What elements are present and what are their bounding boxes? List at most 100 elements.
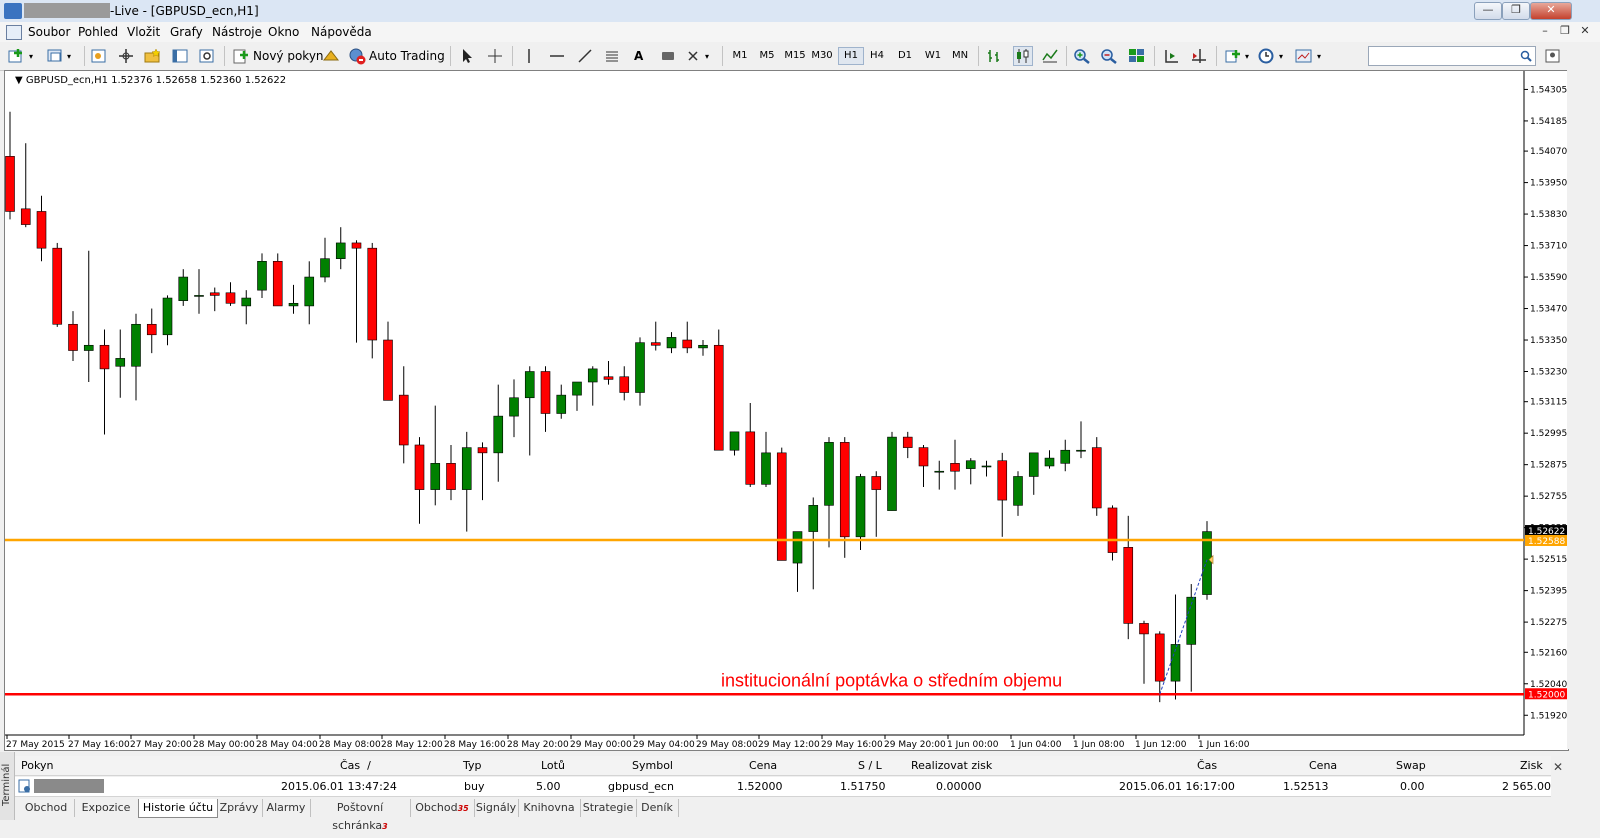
terminal-tab-9[interactable]: Strategie [580,799,637,817]
menu-napoveda[interactable]: Nápověda [311,25,372,39]
terminal-tab-3[interactable]: Zprávy [216,799,263,817]
terminal-tab-8[interactable]: Knihovna [518,799,581,817]
zoom-in-button[interactable] [1073,46,1091,66]
price-tick-label: 1.53115 [1530,398,1567,408]
col-time[interactable]: Čas / [340,759,371,772]
text-label-button[interactable] [660,46,676,66]
col-price[interactable]: Cena [749,759,777,772]
auto-trading-button[interactable]: Auto Trading [348,46,445,66]
close-button[interactable]: ✕ [1530,2,1572,20]
vertical-line-button[interactable] [522,46,536,66]
time-tick-label: 28 May 00:00 [193,740,255,750]
profiles-button[interactable]: ▾ [46,46,71,66]
tile-windows-button[interactable] [1128,46,1146,66]
maximize-button[interactable]: ❐ [1502,2,1530,20]
timeframe-mn[interactable]: MN [948,47,972,65]
line-chart-button[interactable] [1041,46,1059,66]
autoscroll-button[interactable] [1190,46,1208,66]
order-doc-icon [18,779,30,793]
text-tool-button[interactable]: A [634,46,643,66]
terminal-tab-5[interactable]: Poštovní schránka3 [310,799,411,832]
terminal-tab-6[interactable]: Obchod35 [410,799,475,817]
menu-pohled[interactable]: Pohled [78,25,118,39]
terminal-tab-7[interactable]: Signály [474,799,519,817]
candlestick-chart-button[interactable] [1013,46,1033,66]
col-order[interactable]: Pokyn [21,759,53,772]
terminal-tab-10[interactable]: Deník [636,799,679,817]
new-order-button[interactable]: Nový pokyn [232,46,324,66]
menu-okno[interactable]: Okno [268,25,299,39]
community-button[interactable] [1545,46,1561,66]
cell-swap: 0.00 [1400,780,1425,793]
timeframe-m30[interactable]: M30 [810,47,834,65]
timeframe-h1[interactable]: H1 [838,47,864,65]
col-close-price[interactable]: Cena [1309,759,1337,772]
search-input[interactable] [1368,46,1536,66]
price-tick-label: 1.53470 [1530,305,1567,315]
chart-canvas[interactable]: 1.54305 1.54185 1.54070 1.53950 1.53830 1.537… [5,71,1568,750]
timeframe-m15[interactable]: M15 [783,47,807,65]
col-symbol[interactable]: Symbol [632,759,673,772]
equidistant-channel-button[interactable] [604,46,622,66]
table-row[interactable]: 2015.06.01 13:47:24 buy 5.00 gbpusd_ecn … [15,777,1551,797]
terminal-tab-2[interactable]: Historie účtu [138,799,218,818]
terminal-close-icon[interactable]: ✕ [1553,760,1563,774]
zoom-out-button[interactable] [1100,46,1118,66]
candle-body [635,342,645,393]
horizontal-line-button[interactable] [549,46,565,66]
menu-vlozit[interactable]: Vložit [127,25,160,39]
templates-button[interactable]: ▾ [1294,46,1321,66]
collapse-arrow-icon[interactable]: ▼ [15,75,23,86]
price-chart[interactable]: 1.54305 1.54185 1.54070 1.53950 1.53830 1.537… [4,70,1569,751]
col-close-time[interactable]: Čas [1197,759,1217,772]
minimize-button[interactable]: — [1474,2,1502,20]
terminal-side-handle[interactable]: Terminál [0,752,15,820]
terminal-tab-1[interactable]: Expozice [74,799,139,817]
strategy-tester-button[interactable] [198,46,216,66]
terminal-window-button[interactable] [171,46,189,66]
expert-advisors-button[interactable] [322,46,340,66]
candle-body [839,442,850,538]
col-lots[interactable]: Lotů [541,759,565,772]
market-watch-button[interactable] [90,46,108,66]
periods-button[interactable]: ▾ [1258,46,1283,66]
candle-body [918,447,929,467]
menu-nastroje[interactable]: Nástroje [212,25,262,39]
col-swap[interactable]: Swap [1396,759,1426,772]
mdi-minimize-button[interactable]: – [1538,24,1552,38]
candle-body [446,463,456,490]
col-profit[interactable]: Zisk [1520,759,1543,772]
col-take-profit[interactable]: Realizovat zisk [911,759,992,772]
timeframe-w1[interactable]: W1 [921,47,945,65]
cursor-tool-button[interactable] [458,46,476,66]
terminal-tab-label: Historie účtu [142,801,214,814]
col-type[interactable]: Typ [463,759,482,772]
navigator-button[interactable] [144,46,162,66]
timeframe-m1[interactable]: M1 [728,47,752,65]
menu-soubor[interactable]: Soubor [28,25,70,39]
profiles-icon [47,49,62,62]
indicators-button[interactable]: ▾ [1224,46,1249,66]
new-order-label: Nový pokyn [253,49,324,63]
timeframe-h4[interactable]: H4 [865,47,889,65]
timeframe-m5[interactable]: M5 [755,47,779,65]
trendline-button[interactable] [577,46,593,66]
chart-shift-button[interactable] [1162,46,1180,66]
candle-body [524,371,535,399]
col-sl[interactable]: S / L [858,759,882,772]
terminal-tab-label: Expozice [81,801,131,814]
terminal-tab-4[interactable]: Alarmy [262,799,311,817]
cell-lots: 5.00 [536,780,561,793]
crosshair-move-button[interactable] [117,46,135,66]
arrows-button[interactable]: ▾ [686,46,709,66]
new-chart-button[interactable]: ▾ [8,46,33,66]
terminal-tab-0[interactable]: Obchod [18,799,75,817]
clock-icon [1258,48,1274,64]
timeframe-d1[interactable]: D1 [893,47,917,65]
chart-window-icon[interactable] [6,25,22,40]
menu-grafy[interactable]: Grafy [170,25,203,39]
crosshair-tool-button[interactable] [486,46,504,66]
mdi-restore-button[interactable]: ❐ [1558,24,1572,38]
bar-chart-button[interactable] [986,46,1004,66]
mdi-close-button[interactable]: ✕ [1578,24,1592,38]
